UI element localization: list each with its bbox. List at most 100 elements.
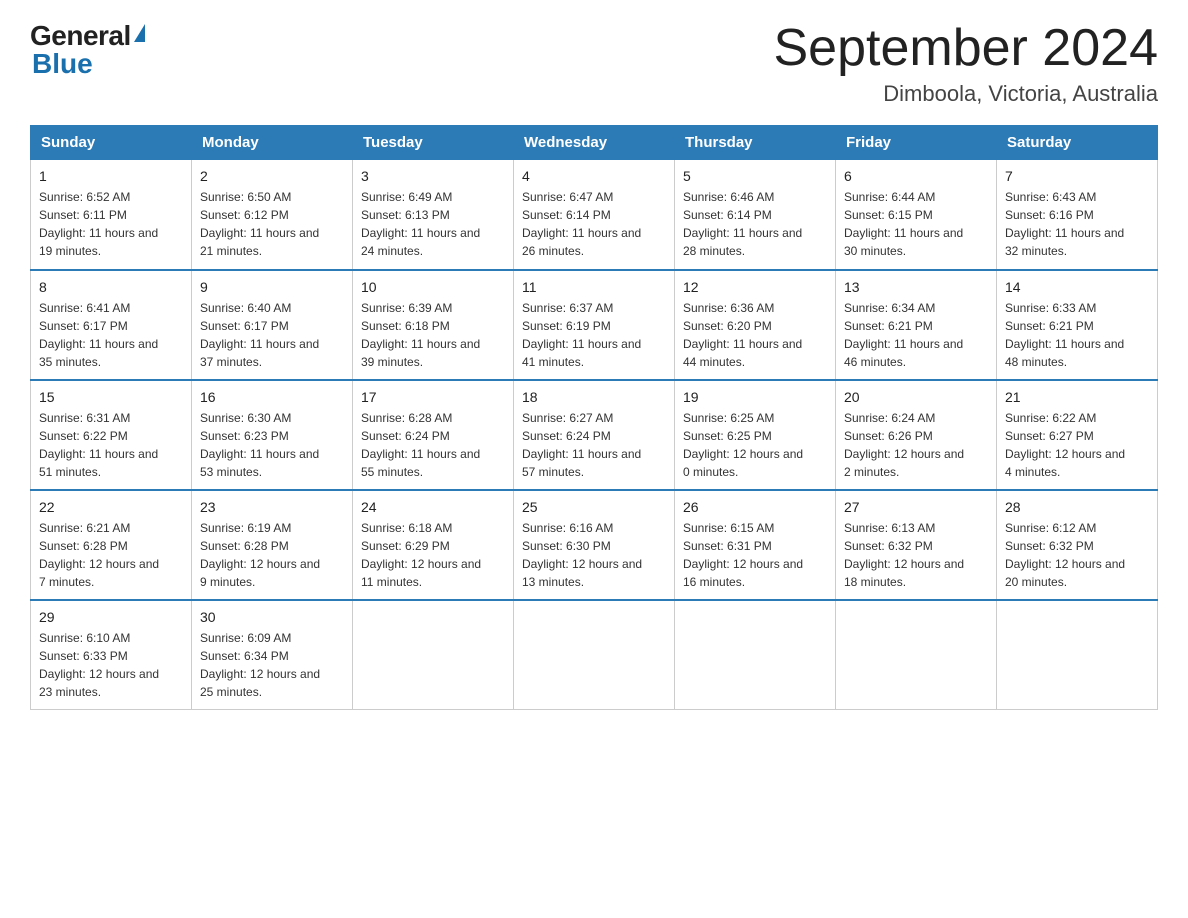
calendar-day-cell <box>836 600 997 710</box>
sunset-text: Sunset: 6:30 PM <box>522 537 666 555</box>
daylight-text-cont: 13 minutes. <box>522 573 666 591</box>
daylight-text-cont: 48 minutes. <box>1005 353 1149 371</box>
day-info: Sunrise: 6:34 AMSunset: 6:21 PMDaylight:… <box>844 299 988 371</box>
sunset-text: Sunset: 6:29 PM <box>361 537 505 555</box>
day-number: 5 <box>683 166 827 186</box>
calendar-day-cell: 8Sunrise: 6:41 AMSunset: 6:17 PMDaylight… <box>31 270 192 380</box>
daylight-text-cont: 23 minutes. <box>39 683 183 701</box>
sunset-text: Sunset: 6:27 PM <box>1005 427 1149 445</box>
sunrise-text: Sunrise: 6:33 AM <box>1005 299 1149 317</box>
daylight-text-cont: 35 minutes. <box>39 353 183 371</box>
day-number: 2 <box>200 166 344 186</box>
calendar-day-cell: 11Sunrise: 6:37 AMSunset: 6:19 PMDayligh… <box>514 270 675 380</box>
day-info: Sunrise: 6:12 AMSunset: 6:32 PMDaylight:… <box>1005 519 1149 591</box>
daylight-text: Daylight: 11 hours and <box>683 335 827 353</box>
day-info: Sunrise: 6:19 AMSunset: 6:28 PMDaylight:… <box>200 519 344 591</box>
calendar-day-cell: 28Sunrise: 6:12 AMSunset: 6:32 PMDayligh… <box>997 490 1158 600</box>
day-info: Sunrise: 6:22 AMSunset: 6:27 PMDaylight:… <box>1005 409 1149 481</box>
sunrise-text: Sunrise: 6:37 AM <box>522 299 666 317</box>
daylight-text-cont: 21 minutes. <box>200 242 344 260</box>
daylight-text: Daylight: 11 hours and <box>522 445 666 463</box>
day-info: Sunrise: 6:52 AMSunset: 6:11 PMDaylight:… <box>39 188 183 260</box>
daylight-text-cont: 20 minutes. <box>1005 573 1149 591</box>
calendar-day-cell: 2Sunrise: 6:50 AMSunset: 6:12 PMDaylight… <box>192 160 353 270</box>
daylight-text-cont: 2 minutes. <box>844 463 988 481</box>
sunrise-text: Sunrise: 6:28 AM <box>361 409 505 427</box>
calendar-day-cell: 15Sunrise: 6:31 AMSunset: 6:22 PMDayligh… <box>31 380 192 490</box>
daylight-text-cont: 0 minutes. <box>683 463 827 481</box>
calendar-day-cell: 17Sunrise: 6:28 AMSunset: 6:24 PMDayligh… <box>353 380 514 490</box>
sunset-text: Sunset: 6:20 PM <box>683 317 827 335</box>
calendar-subtitle: Dimboola, Victoria, Australia <box>774 81 1159 107</box>
day-info: Sunrise: 6:25 AMSunset: 6:25 PMDaylight:… <box>683 409 827 481</box>
calendar-day-cell: 21Sunrise: 6:22 AMSunset: 6:27 PMDayligh… <box>997 380 1158 490</box>
calendar-day-cell: 4Sunrise: 6:47 AMSunset: 6:14 PMDaylight… <box>514 160 675 270</box>
sunset-text: Sunset: 6:24 PM <box>522 427 666 445</box>
logo-blue-text: Blue <box>30 50 93 78</box>
daylight-text: Daylight: 11 hours and <box>1005 224 1149 242</box>
sunset-text: Sunset: 6:32 PM <box>844 537 988 555</box>
day-info: Sunrise: 6:40 AMSunset: 6:17 PMDaylight:… <box>200 299 344 371</box>
calendar-day-cell: 5Sunrise: 6:46 AMSunset: 6:14 PMDaylight… <box>675 160 836 270</box>
logo: General Blue <box>30 20 145 78</box>
daylight-text: Daylight: 11 hours and <box>200 445 344 463</box>
calendar-header-row: SundayMondayTuesdayWednesdayThursdayFrid… <box>31 126 1158 160</box>
day-number: 17 <box>361 387 505 407</box>
daylight-text-cont: 16 minutes. <box>683 573 827 591</box>
daylight-text-cont: 9 minutes. <box>200 573 344 591</box>
calendar-week-row: 15Sunrise: 6:31 AMSunset: 6:22 PMDayligh… <box>31 380 1158 490</box>
calendar-day-cell: 30Sunrise: 6:09 AMSunset: 6:34 PMDayligh… <box>192 600 353 710</box>
calendar-day-cell <box>353 600 514 710</box>
daylight-text: Daylight: 11 hours and <box>361 445 505 463</box>
day-number: 24 <box>361 497 505 517</box>
daylight-text-cont: 24 minutes. <box>361 242 505 260</box>
daylight-text-cont: 28 minutes. <box>683 242 827 260</box>
sunset-text: Sunset: 6:32 PM <box>1005 537 1149 555</box>
sunrise-text: Sunrise: 6:13 AM <box>844 519 988 537</box>
logo-triangle-icon <box>134 24 145 42</box>
calendar-week-row: 1Sunrise: 6:52 AMSunset: 6:11 PMDaylight… <box>31 160 1158 270</box>
day-info: Sunrise: 6:37 AMSunset: 6:19 PMDaylight:… <box>522 299 666 371</box>
sunset-text: Sunset: 6:21 PM <box>844 317 988 335</box>
calendar-day-cell: 9Sunrise: 6:40 AMSunset: 6:17 PMDaylight… <box>192 270 353 380</box>
sunset-text: Sunset: 6:26 PM <box>844 427 988 445</box>
day-info: Sunrise: 6:44 AMSunset: 6:15 PMDaylight:… <box>844 188 988 260</box>
daylight-text: Daylight: 11 hours and <box>361 335 505 353</box>
sunrise-text: Sunrise: 6:43 AM <box>1005 188 1149 206</box>
daylight-text-cont: 44 minutes. <box>683 353 827 371</box>
sunrise-text: Sunrise: 6:36 AM <box>683 299 827 317</box>
calendar-day-cell: 26Sunrise: 6:15 AMSunset: 6:31 PMDayligh… <box>675 490 836 600</box>
sunrise-text: Sunrise: 6:52 AM <box>39 188 183 206</box>
daylight-text-cont: 51 minutes. <box>39 463 183 481</box>
day-info: Sunrise: 6:15 AMSunset: 6:31 PMDaylight:… <box>683 519 827 591</box>
day-info: Sunrise: 6:09 AMSunset: 6:34 PMDaylight:… <box>200 629 344 701</box>
daylight-text-cont: 32 minutes. <box>1005 242 1149 260</box>
daylight-text: Daylight: 11 hours and <box>39 335 183 353</box>
day-number: 27 <box>844 497 988 517</box>
calendar-day-cell: 20Sunrise: 6:24 AMSunset: 6:26 PMDayligh… <box>836 380 997 490</box>
sunrise-text: Sunrise: 6:12 AM <box>1005 519 1149 537</box>
sunset-text: Sunset: 6:28 PM <box>39 537 183 555</box>
sunset-text: Sunset: 6:34 PM <box>200 647 344 665</box>
day-info: Sunrise: 6:18 AMSunset: 6:29 PMDaylight:… <box>361 519 505 591</box>
day-info: Sunrise: 6:21 AMSunset: 6:28 PMDaylight:… <box>39 519 183 591</box>
sunset-text: Sunset: 6:12 PM <box>200 206 344 224</box>
daylight-text: Daylight: 11 hours and <box>200 224 344 242</box>
calendar-column-header: Saturday <box>997 126 1158 160</box>
sunset-text: Sunset: 6:18 PM <box>361 317 505 335</box>
daylight-text: Daylight: 12 hours and <box>683 555 827 573</box>
calendar-header: September 2024 Dimboola, Victoria, Austr… <box>774 20 1159 107</box>
sunrise-text: Sunrise: 6:34 AM <box>844 299 988 317</box>
daylight-text: Daylight: 12 hours and <box>200 665 344 683</box>
day-number: 10 <box>361 277 505 297</box>
day-info: Sunrise: 6:28 AMSunset: 6:24 PMDaylight:… <box>361 409 505 481</box>
sunset-text: Sunset: 6:21 PM <box>1005 317 1149 335</box>
daylight-text-cont: 46 minutes. <box>844 353 988 371</box>
day-number: 12 <box>683 277 827 297</box>
day-info: Sunrise: 6:41 AMSunset: 6:17 PMDaylight:… <box>39 299 183 371</box>
day-info: Sunrise: 6:27 AMSunset: 6:24 PMDaylight:… <box>522 409 666 481</box>
sunset-text: Sunset: 6:33 PM <box>39 647 183 665</box>
calendar-day-cell: 1Sunrise: 6:52 AMSunset: 6:11 PMDaylight… <box>31 160 192 270</box>
calendar-week-row: 22Sunrise: 6:21 AMSunset: 6:28 PMDayligh… <box>31 490 1158 600</box>
daylight-text: Daylight: 12 hours and <box>522 555 666 573</box>
